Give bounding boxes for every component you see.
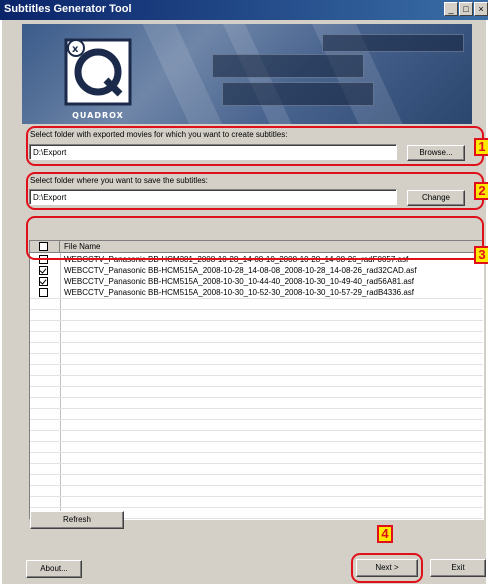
file-row[interactable]: WEBCCTV_Panasonic BB-HCM515A_2008-10-30_… bbox=[30, 276, 483, 287]
file-list-highlight bbox=[26, 216, 484, 260]
refresh-button[interactable]: Refresh bbox=[30, 511, 124, 529]
row-gridline bbox=[30, 507, 483, 508]
logo-text: QUADROX bbox=[72, 111, 124, 120]
quadrox-logo-icon: x bbox=[64, 38, 132, 106]
maximize-button[interactable]: □ bbox=[459, 2, 473, 16]
row-gridline bbox=[30, 452, 483, 453]
change-button[interactable]: Change bbox=[407, 190, 465, 206]
file-name: WEBCCTV_Panasonic BB-HCM515A_2008-10-28_… bbox=[64, 266, 417, 275]
source-folder-label: Select folder with exported movies for w… bbox=[30, 130, 288, 139]
row-gridline bbox=[30, 331, 483, 332]
file-name: WEBCCTV_Panasonic BB-HCM515A_2008-10-30_… bbox=[64, 277, 414, 286]
window-controls: _ □ × bbox=[444, 2, 488, 18]
next-button[interactable]: Next > bbox=[356, 559, 418, 577]
header-banner: x QUADROX bbox=[22, 24, 472, 124]
row-gridline bbox=[30, 375, 483, 376]
file-checkbox[interactable] bbox=[39, 288, 48, 297]
source-folder-input[interactable]: D:\Export bbox=[29, 144, 397, 160]
callout-4: 4 bbox=[377, 525, 393, 543]
row-gridline bbox=[30, 441, 483, 442]
title-bar[interactable]: Subtitles Generator Tool _ □ × bbox=[0, 0, 488, 20]
svg-text:x: x bbox=[72, 44, 79, 55]
callout-2: 2 bbox=[474, 182, 488, 200]
about-button[interactable]: About... bbox=[26, 560, 82, 578]
row-gridline bbox=[30, 309, 483, 310]
row-gridline bbox=[30, 485, 483, 486]
close-button[interactable]: × bbox=[474, 2, 488, 16]
callout-1: 1 bbox=[474, 138, 488, 156]
file-row[interactable]: WEBCCTV_Panasonic BB-HCM515A_2008-10-30_… bbox=[30, 287, 483, 298]
row-gridline bbox=[30, 353, 483, 354]
callout-3: 3 bbox=[474, 246, 488, 264]
row-gridline bbox=[30, 496, 483, 497]
minimize-button[interactable]: _ bbox=[444, 2, 458, 16]
row-gridline bbox=[30, 474, 483, 475]
row-gridline bbox=[30, 430, 483, 431]
target-folder-input[interactable]: D:\Export bbox=[29, 189, 397, 205]
row-gridline bbox=[30, 342, 483, 343]
row-gridline bbox=[30, 419, 483, 420]
browse-button[interactable]: Browse... bbox=[407, 145, 465, 161]
row-gridline bbox=[30, 463, 483, 464]
target-folder-label: Select folder where you want to save the… bbox=[30, 176, 208, 185]
exit-button[interactable]: Exit bbox=[430, 559, 486, 577]
file-row[interactable]: WEBCCTV_Panasonic BB-HCM515A_2008-10-28_… bbox=[30, 265, 483, 276]
file-checkbox[interactable] bbox=[39, 266, 48, 275]
file-list[interactable]: File Name WEBCCTV_Panasonic BB-HCM381_20… bbox=[29, 240, 484, 520]
row-gridline bbox=[30, 397, 483, 398]
row-gridline bbox=[30, 386, 483, 387]
row-gridline bbox=[30, 408, 483, 409]
row-gridline bbox=[30, 320, 483, 321]
file-name: WEBCCTV_Panasonic BB-HCM515A_2008-10-30_… bbox=[64, 288, 414, 297]
window-client: x QUADROX Select folder with exported mo… bbox=[2, 20, 488, 584]
window-title: Subtitles Generator Tool bbox=[4, 3, 132, 15]
file-checkbox[interactable] bbox=[39, 277, 48, 286]
row-gridline bbox=[30, 364, 483, 365]
row-gridline bbox=[30, 298, 483, 299]
